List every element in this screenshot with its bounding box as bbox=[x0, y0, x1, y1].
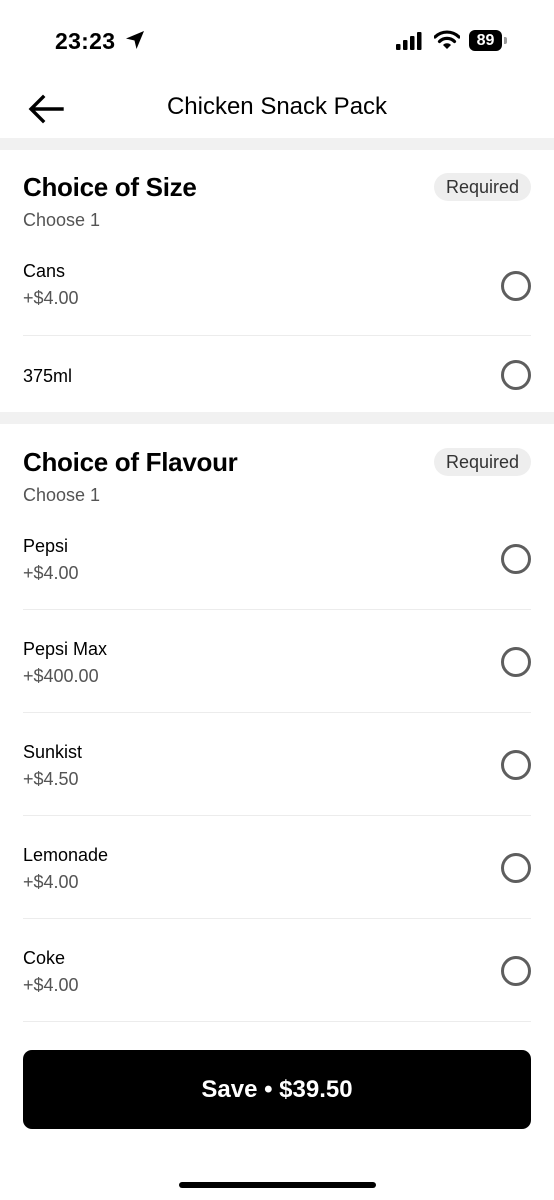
option-name: Cans bbox=[23, 261, 66, 281]
option-price: +$4.50 bbox=[23, 769, 79, 789]
section-divider bbox=[0, 412, 554, 424]
radio-button[interactable] bbox=[501, 750, 531, 780]
option-pepsi-max[interactable]: Pepsi Max +$400.00 bbox=[23, 610, 531, 713]
option-price: +$4.00 bbox=[23, 975, 79, 995]
option-price: +$4.00 bbox=[23, 288, 79, 308]
section-title: Choice of Flavour bbox=[23, 447, 238, 477]
option-name: Lemonade bbox=[23, 845, 109, 865]
option-cans[interactable]: Cans +$4.00 bbox=[23, 250, 531, 336]
battery-nub bbox=[504, 37, 507, 44]
required-badge: Required bbox=[433, 448, 531, 476]
option-lemonade[interactable]: Lemonade +$4.00 bbox=[23, 816, 531, 919]
section-subtitle: Choose 1 bbox=[23, 210, 101, 230]
option-name: Sunkist bbox=[23, 742, 83, 762]
option-price: +$400.00 bbox=[23, 666, 99, 686]
battery-indicator: 89 bbox=[469, 30, 509, 52]
nav-header: Chicken Snack Pack bbox=[0, 80, 554, 138]
section-title: Choice of Size bbox=[23, 172, 197, 202]
option-name: Pepsi bbox=[23, 536, 69, 556]
status-bar: 23:23 89 bbox=[0, 0, 554, 80]
section-divider bbox=[0, 138, 554, 150]
size-section-header: Choice of Size Choose 1 Required bbox=[23, 171, 531, 233]
radio-button[interactable] bbox=[501, 271, 531, 301]
option-pepsi[interactable]: Pepsi +$4.00 bbox=[23, 525, 531, 610]
status-time: 23:23 bbox=[55, 28, 116, 54]
radio-button[interactable] bbox=[501, 360, 531, 390]
battery-level: 89 bbox=[469, 30, 502, 51]
radio-button[interactable] bbox=[501, 544, 531, 574]
section-subtitle: Choose 1 bbox=[23, 485, 101, 505]
required-badge: Required bbox=[433, 173, 531, 201]
option-375ml[interactable]: 375ml bbox=[23, 336, 531, 412]
option-name: Coke bbox=[23, 948, 66, 968]
flavour-section-header: Choice of Flavour Choose 1 Required bbox=[23, 446, 531, 508]
option-name: 375ml bbox=[23, 366, 73, 386]
option-price: +$4.00 bbox=[23, 563, 79, 583]
wifi-icon bbox=[434, 30, 460, 49]
cellular-signal-icon bbox=[396, 32, 422, 50]
option-coke[interactable]: Coke +$4.00 bbox=[23, 919, 531, 1022]
page-title: Chicken Snack Pack bbox=[166, 93, 388, 120]
location-arrow-icon bbox=[126, 31, 144, 49]
radio-button[interactable] bbox=[501, 647, 531, 677]
radio-button[interactable] bbox=[501, 956, 531, 986]
option-sunkist[interactable]: Sunkist +$4.50 bbox=[23, 713, 531, 816]
radio-button[interactable] bbox=[501, 853, 531, 883]
home-indicator[interactable] bbox=[179, 1182, 376, 1188]
option-name: Pepsi Max bbox=[23, 639, 108, 659]
option-price: +$4.00 bbox=[23, 872, 79, 892]
save-button[interactable]: Save • $39.50 bbox=[23, 1050, 531, 1129]
